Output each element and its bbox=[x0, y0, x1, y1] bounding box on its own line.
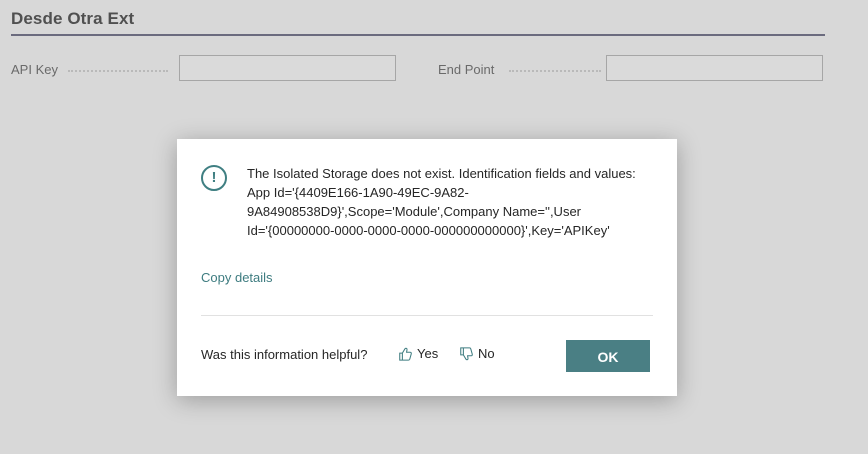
feedback-yes-label: Yes bbox=[417, 346, 439, 361]
api-key-input[interactable] bbox=[179, 55, 396, 81]
thumbs-up-icon bbox=[399, 347, 412, 361]
error-message: The Isolated Storage does not exist. Ide… bbox=[247, 166, 636, 238]
ok-button[interactable]: OK bbox=[566, 340, 650, 372]
feedback-no-label: No bbox=[478, 346, 495, 361]
section-divider bbox=[11, 34, 825, 36]
info-icon: ! bbox=[201, 165, 227, 191]
dialog-divider bbox=[201, 315, 653, 316]
api-key-label: API Key bbox=[11, 62, 58, 77]
thumbs-down-icon bbox=[460, 346, 473, 360]
feedback-yes-button[interactable]: Yes bbox=[398, 346, 438, 361]
end-point-leader-dots bbox=[509, 70, 601, 72]
section-title: Desde Otra Ext bbox=[11, 9, 135, 28]
feedback-no-button[interactable]: No bbox=[459, 346, 495, 361]
error-dialog: ! The Isolated Storage does not exist. I… bbox=[177, 139, 677, 396]
copy-details-link[interactable]: Copy details bbox=[201, 270, 273, 285]
feedback-question: Was this information helpful? bbox=[201, 347, 368, 362]
end-point-label: End Point bbox=[438, 62, 495, 77]
end-point-input[interactable] bbox=[606, 55, 823, 81]
api-key-leader-dots bbox=[68, 70, 168, 72]
